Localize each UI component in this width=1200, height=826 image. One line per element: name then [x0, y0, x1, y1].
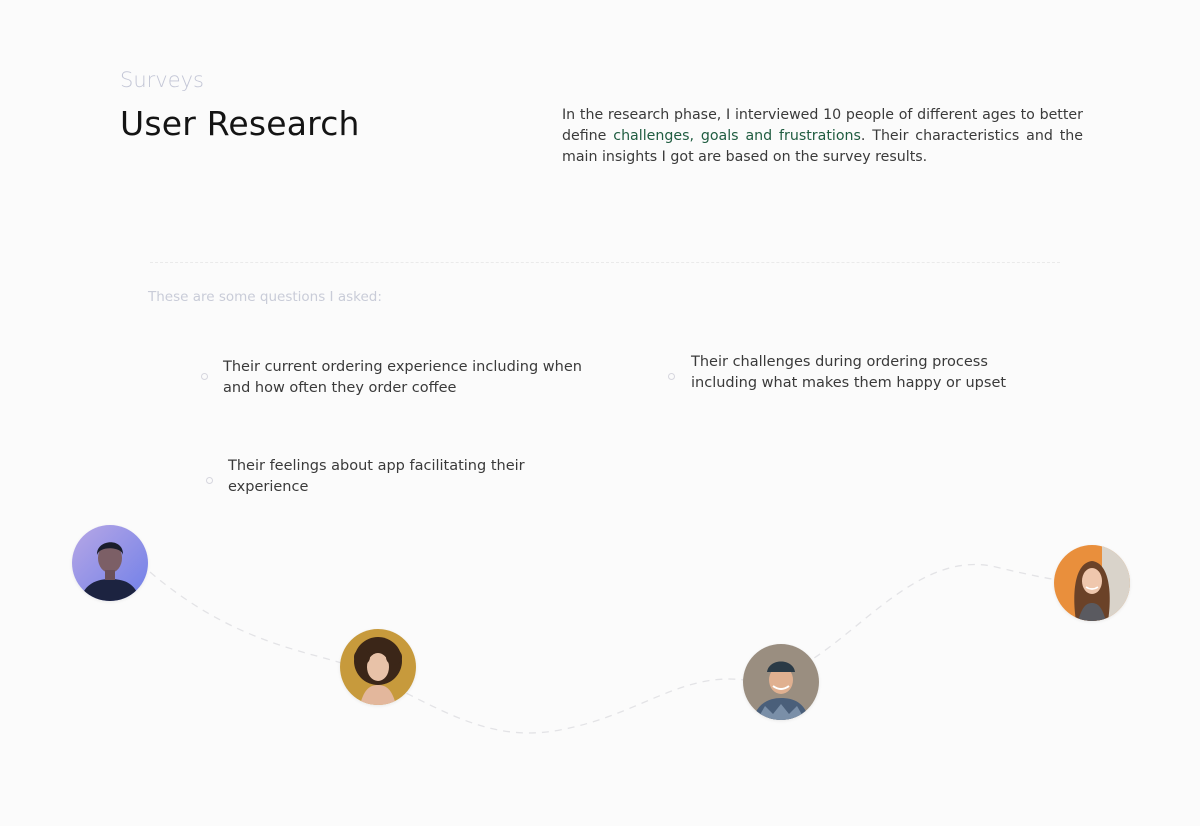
person-portrait-cap-icon [743, 644, 819, 720]
avatar [1054, 545, 1130, 621]
avatar [743, 644, 819, 720]
avatar [340, 629, 416, 705]
connector-path [149, 564, 1059, 734]
person-portrait-blue-icon [72, 525, 148, 601]
avatar [72, 525, 148, 601]
person-portrait-orange-icon [1054, 545, 1130, 621]
person-portrait-curly-icon [340, 629, 416, 705]
